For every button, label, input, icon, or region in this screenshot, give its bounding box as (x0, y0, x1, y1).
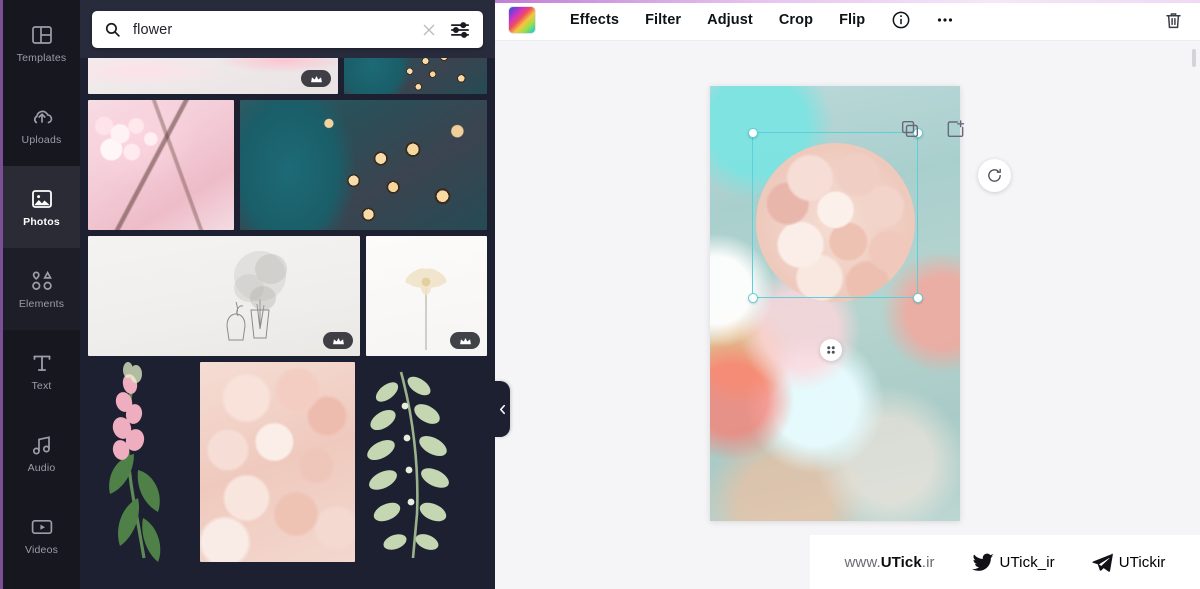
search-bar[interactable] (92, 11, 483, 48)
sidebar-item-photos[interactable]: Photos (3, 166, 80, 248)
upload-cloud-icon (30, 105, 54, 129)
info-icon[interactable] (886, 5, 916, 35)
crop-button[interactable]: Crop (766, 6, 826, 34)
photo-tile[interactable] (240, 100, 487, 230)
photo-tile[interactable] (200, 362, 355, 562)
photo-tile[interactable] (88, 100, 234, 230)
search-input[interactable] (133, 21, 418, 38)
photo-tile[interactable] (88, 236, 360, 356)
sidebar-item-audio[interactable]: Audio (3, 412, 80, 494)
design-page[interactable] (710, 86, 960, 521)
filter-button[interactable]: Filter (632, 6, 694, 34)
text-icon (30, 351, 54, 375)
filter-sliders-icon[interactable] (446, 18, 474, 42)
move-handle-icon (825, 344, 837, 356)
watermark-telegram: UTickir (1092, 553, 1166, 572)
sidebar-label-photos: Photos (23, 215, 60, 228)
watermark-twitter: UTick_ir (971, 553, 1055, 572)
more-options-icon[interactable] (930, 5, 960, 35)
selection-bounding-box[interactable] (747, 127, 923, 303)
sidebar-item-elements[interactable]: Elements (3, 248, 80, 330)
watermark-website: www.UTick.ir (844, 554, 934, 571)
photo-icon (30, 187, 54, 211)
share-export-icon[interactable] (946, 119, 966, 139)
crown-icon (323, 332, 353, 349)
photo-tile[interactable] (88, 362, 194, 562)
photos-panel (80, 0, 495, 589)
sidebar-item-templates[interactable]: Templates (3, 2, 80, 84)
photo-tile[interactable] (366, 236, 487, 356)
watermark-site-tld: .ir (921, 553, 935, 571)
watermark-site-name: UTick (880, 553, 922, 571)
sidebar-label-uploads: Uploads (21, 133, 62, 146)
sidebar-label-elements: Elements (18, 297, 65, 310)
editor-stage: Effects Filter Adjust Crop Flip (495, 0, 1200, 589)
pink-stem-art (109, 362, 161, 562)
canva-editor: Templates Uploads Photos Elements Text A… (0, 0, 1200, 589)
search-icon (104, 21, 121, 38)
resize-handle-bottom-right[interactable] (912, 292, 923, 303)
canvas-scrollbar[interactable] (1192, 49, 1196, 67)
left-sidebar: Templates Uploads Photos Elements Text A… (0, 0, 80, 589)
rotate-button[interactable] (978, 159, 1011, 192)
twitter-bird-icon (971, 553, 994, 572)
green-branch-art (367, 371, 449, 559)
element-quick-actions (900, 119, 966, 139)
watermark-twitter-handle: UTick_ir (999, 553, 1055, 571)
flip-button[interactable]: Flip (826, 6, 878, 34)
crown-icon (450, 332, 480, 349)
video-icon (30, 515, 54, 539)
panel-search-header (80, 0, 495, 58)
sidebar-item-videos[interactable]: Videos (3, 494, 80, 576)
telegram-icon (1092, 553, 1113, 572)
sidebar-label-templates: Templates (16, 51, 67, 64)
elements-icon (30, 269, 54, 293)
effects-button[interactable]: Effects (557, 6, 632, 34)
templates-icon (30, 23, 54, 47)
sidebar-item-uploads[interactable]: Uploads (3, 84, 80, 166)
photo-results-grid[interactable] (80, 0, 495, 589)
move-handle-button[interactable] (820, 339, 842, 361)
close-icon[interactable] (418, 19, 440, 41)
watermark-site-prefix: www. (844, 553, 881, 571)
sidebar-label-text: Text (31, 379, 52, 392)
canvas-area[interactable] (495, 41, 1200, 589)
resize-handle-top-left[interactable] (747, 127, 758, 138)
vase-sketch-art (226, 251, 287, 341)
trash-icon[interactable] (1158, 5, 1188, 35)
sidebar-item-text[interactable]: Text (3, 330, 80, 412)
rotate-icon (986, 167, 1003, 184)
duplicate-icon[interactable] (900, 119, 920, 139)
photo-tile[interactable] (361, 362, 487, 562)
sidebar-label-videos: Videos (24, 543, 59, 556)
audio-note-icon (30, 433, 54, 457)
panel-collapse-handle[interactable] (495, 381, 510, 437)
crown-icon (301, 70, 331, 87)
sidebar-label-audio: Audio (27, 461, 56, 474)
rainbow-color-swatch[interactable] (509, 7, 535, 33)
image-toolbar: Effects Filter Adjust Crop Flip (495, 0, 1200, 41)
watermark-bar: www.UTick.ir UTick_ir UTickir (810, 535, 1200, 589)
adjust-button[interactable]: Adjust (694, 6, 766, 34)
resize-handle-bottom-left[interactable] (747, 292, 758, 303)
chevron-left-icon (499, 404, 506, 415)
watermark-telegram-handle: UTickir (1118, 553, 1166, 571)
